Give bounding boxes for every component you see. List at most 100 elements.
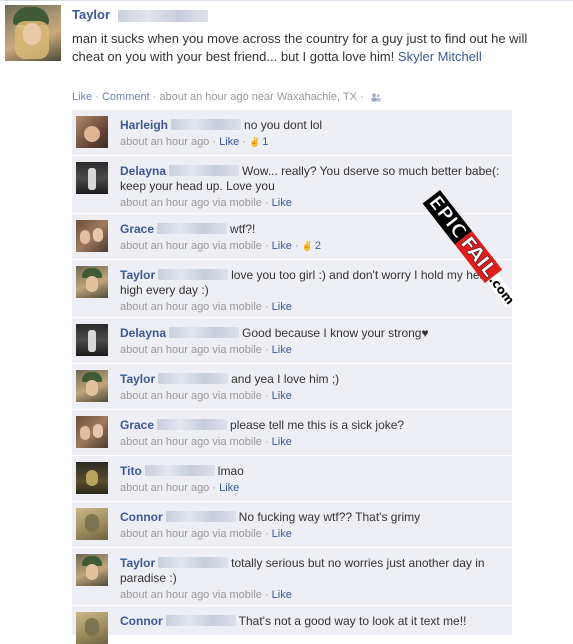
comment-like-link[interactable]: Like [272,436,292,448]
redacted-surname [165,511,236,523]
meta-sep: · [261,344,272,356]
comment-text: please tell me this is a sick joke? [230,418,405,432]
post-like-link[interactable]: Like [72,91,92,103]
comment-text: and yea I love him ;) [231,372,340,386]
comment-row: Grace please tell me this is a sick joke?… [72,410,512,456]
comment-body: Connor No fucking way wtf?? That's grimy a… [120,510,504,541]
commenter-avatar[interactable] [76,162,108,194]
comment-like-link[interactable]: Like [272,240,292,252]
like-count[interactable]: ✌ 2 [302,240,321,252]
commenter-name[interactable]: Delayna [120,326,166,340]
via-mobile[interactable]: via mobile [209,436,262,448]
comment-meta: about an hour ago via mobile · Like [120,435,504,449]
commenter-name[interactable]: Grace [120,222,154,236]
tagged-user-link[interactable]: Skyler Mitchell [398,49,482,64]
redacted-surname [169,165,240,177]
comment-timestamp[interactable]: about an hour ago [120,197,209,209]
like-count-number: 1 [262,136,269,148]
comment-text: no you dont lol [244,118,323,132]
comment-like-link[interactable]: Like [272,197,292,209]
redacted-surname [157,419,228,431]
comment-like-link[interactable]: Like [272,344,292,356]
comment-row: Tito lmao about an hour ago · Like [72,456,512,502]
commenter-name[interactable]: Harleigh [120,118,168,132]
comment-like-link[interactable]: Like [272,390,292,402]
redacted-surname [158,269,229,281]
thumbs-up-icon: ✌ [249,137,261,147]
meta-sep: · [356,91,367,103]
commenter-avatar[interactable] [76,324,108,356]
comment-list: Harleigh no you dont lol about an hour ago… [72,110,512,644]
comment-body: Taylor love you too girl :) and don't wor… [120,268,504,314]
thumbs-up-icon: ✌ [301,241,313,251]
commenter-avatar[interactable] [76,462,108,494]
meta-sep: · [261,301,272,313]
redacted-surname [157,223,228,235]
commenter-avatar[interactable] [76,416,108,448]
commenter-avatar[interactable] [76,220,108,252]
via-mobile[interactable]: via mobile [209,301,262,313]
comment-timestamp[interactable]: about an hour ago [120,482,209,494]
via-mobile[interactable]: via mobile [209,197,262,209]
commenter-name[interactable]: Connor [120,510,163,524]
commenter-name[interactable]: Delayna [120,164,166,178]
commenter-avatar[interactable] [76,370,108,402]
commenter-avatar[interactable] [76,612,108,644]
comment-meta: about an hour ago via mobile · Like [120,389,504,403]
comment-timestamp[interactable]: about an hour ago [120,390,209,402]
comment-body: Taylor and yea I love him ;) about an hour… [120,372,504,403]
commenter-name[interactable]: Taylor [120,556,155,570]
via-mobile[interactable]: via mobile [209,589,262,601]
commenter-name[interactable]: Taylor [120,372,155,386]
meta-sep: · [239,136,250,148]
comment-timestamp[interactable]: about an hour ago [120,301,209,313]
comment-meta: about an hour ago · Like [120,481,504,495]
post-comment-link[interactable]: Comment [102,91,150,103]
meta-sep: · [261,589,272,601]
post-timestamp-location[interactable]: about an hour ago near Waxahachie, TX [159,91,357,103]
comment-like-link[interactable]: Like [272,589,292,601]
comment-timestamp[interactable]: about an hour ago [120,344,209,356]
redacted-surname [165,615,236,627]
meta-sep: · [261,436,272,448]
post-author-name[interactable]: Taylor [72,7,110,22]
commenter-name[interactable]: Taylor [120,268,155,282]
post-author-avatar[interactable] [5,5,61,61]
comment-timestamp[interactable]: about an hour ago [120,589,209,601]
comment-like-link[interactable]: Like [219,136,239,148]
comment-timestamp[interactable]: about an hour ago [120,528,209,540]
comment-body: Grace please tell me this is a sick joke?… [120,418,504,449]
via-mobile[interactable]: via mobile [209,344,262,356]
comment-meta: about an hour ago via mobile · Like [120,588,504,602]
commenter-avatar[interactable] [76,116,108,148]
comment-row: Harleigh no you dont lol about an hour ago… [72,110,512,156]
friends-privacy-icon[interactable] [371,92,381,102]
comment-timestamp[interactable]: about an hour ago [120,240,209,252]
via-mobile[interactable]: via mobile [209,240,262,252]
comment-meta: about an hour ago via mobile · Like · ✌ 2 [120,239,504,253]
comment-text: That's not a good way to look at it text… [238,614,467,628]
via-mobile[interactable]: via mobile [209,390,262,402]
comment-timestamp[interactable]: about an hour ago [120,436,209,448]
comment-timestamp[interactable]: about an hour ago [120,136,209,148]
commenter-name[interactable]: Grace [120,418,154,432]
like-count-number: 2 [314,240,321,252]
comment-body: Delayna Good because I know your strong♥ a… [120,326,504,357]
commenter-name[interactable]: Tito [120,464,142,478]
commenter-avatar[interactable] [76,266,108,298]
comment-meta: about an hour ago · Like · ✌ 1 [120,135,504,149]
comment-row: Taylor totally serious but no worries jus… [72,548,512,606]
commenter-avatar[interactable] [76,554,108,586]
redacted-surname [169,327,240,339]
like-count[interactable]: ✌ 1 [249,136,268,148]
commenter-name[interactable]: Connor [120,614,163,628]
commenter-avatar[interactable] [76,508,108,540]
top-divider [0,0,573,1]
redacted-surname [171,119,242,131]
meta-sep: · [261,390,272,402]
comment-like-link[interactable]: Like [272,301,292,313]
comment-like-link[interactable]: Like [219,482,239,494]
comment-body: Tito lmao about an hour ago · Like [120,464,504,495]
via-mobile[interactable]: via mobile [209,528,262,540]
comment-like-link[interactable]: Like [272,528,292,540]
